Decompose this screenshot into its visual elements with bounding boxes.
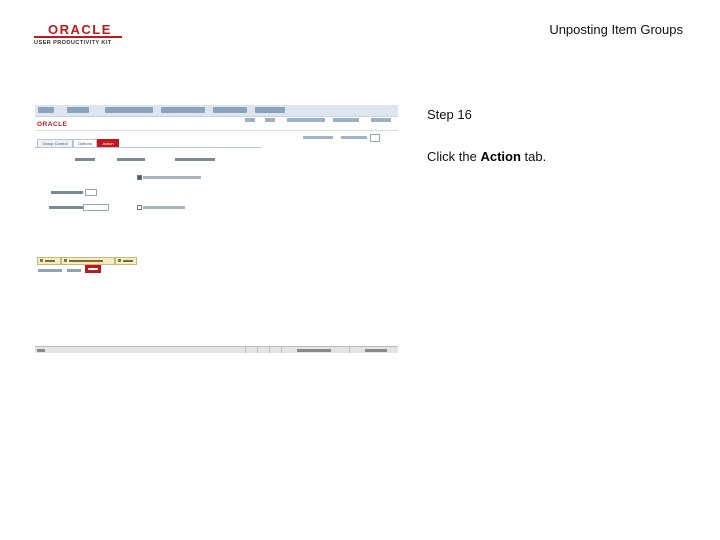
home-link[interactable] bbox=[245, 118, 255, 122]
nav-breadcrumb-bar bbox=[35, 105, 398, 117]
bottom-link-group-control[interactable] bbox=[38, 269, 62, 272]
performance-link[interactable] bbox=[287, 118, 325, 122]
worklist-link[interactable] bbox=[265, 118, 275, 122]
status-divider bbox=[349, 347, 350, 353]
unit-label bbox=[75, 158, 95, 161]
nav-item[interactable] bbox=[105, 107, 153, 113]
return-to-search-button[interactable] bbox=[61, 257, 115, 265]
sign-out-link[interactable] bbox=[371, 118, 391, 122]
step-instruction: Click the Action tab. bbox=[427, 149, 546, 164]
status-divider bbox=[269, 347, 270, 353]
logo-rule bbox=[34, 36, 122, 38]
status-divider bbox=[245, 347, 246, 353]
save-icon bbox=[40, 259, 43, 262]
accounting-date-label bbox=[49, 206, 83, 209]
app-brand-logo: ORACLE bbox=[37, 121, 68, 128]
tab-rule bbox=[35, 147, 261, 148]
notify-icon bbox=[118, 259, 121, 262]
zone-text bbox=[297, 349, 331, 352]
instruction-target: Action bbox=[480, 149, 521, 164]
instruction-prefix: Click the bbox=[427, 149, 481, 164]
status-divider bbox=[257, 347, 258, 353]
nav-item[interactable] bbox=[255, 107, 285, 113]
nav-item[interactable] bbox=[161, 107, 205, 113]
bottom-link-options[interactable] bbox=[67, 269, 81, 272]
instruction-suffix: tab. bbox=[520, 149, 547, 164]
step-number: Step 16 bbox=[427, 107, 472, 122]
add-to-link[interactable] bbox=[333, 118, 359, 122]
logo-wordmark: ORACLE bbox=[48, 22, 112, 37]
group-id-label bbox=[117, 158, 145, 161]
nav-item[interactable] bbox=[38, 107, 54, 113]
browser-status-bar bbox=[35, 346, 398, 353]
customize-page-link[interactable] bbox=[341, 136, 367, 139]
status-divider bbox=[281, 347, 282, 353]
nav-item[interactable] bbox=[67, 107, 89, 113]
action-link-label bbox=[88, 268, 98, 270]
page-help-box[interactable] bbox=[370, 134, 380, 142]
notify-button[interactable] bbox=[115, 257, 137, 265]
button-label bbox=[69, 260, 103, 262]
checkbox-unchecked[interactable] bbox=[137, 205, 142, 210]
header-divider bbox=[35, 130, 398, 131]
unpost-reason-field[interactable] bbox=[85, 189, 97, 196]
checkbox-label bbox=[143, 176, 201, 179]
checkbox-label bbox=[143, 206, 185, 209]
app-screenshot: ORACLE Group Control Options Action bbox=[35, 105, 398, 353]
nav-item[interactable] bbox=[213, 107, 247, 113]
document-title: Unposting Item Groups bbox=[549, 22, 683, 37]
button-label bbox=[123, 260, 133, 262]
unpost-reason-label bbox=[51, 191, 83, 194]
checkbox-checked[interactable] bbox=[137, 175, 142, 180]
search-icon bbox=[64, 259, 67, 262]
accounting-date-field[interactable] bbox=[83, 204, 109, 211]
status-text bbox=[37, 349, 45, 352]
bottom-link-action[interactable] bbox=[85, 265, 101, 273]
save-button[interactable] bbox=[37, 257, 61, 265]
new-window-link[interactable] bbox=[303, 136, 333, 139]
oracle-logo-icon: ORACLE USER PRODUCTIVITY KIT bbox=[34, 22, 134, 48]
zoom-text[interactable] bbox=[365, 349, 387, 352]
button-label bbox=[45, 260, 55, 262]
logo-tagline: USER PRODUCTIVITY KIT bbox=[34, 40, 112, 46]
description-label bbox=[175, 158, 215, 161]
